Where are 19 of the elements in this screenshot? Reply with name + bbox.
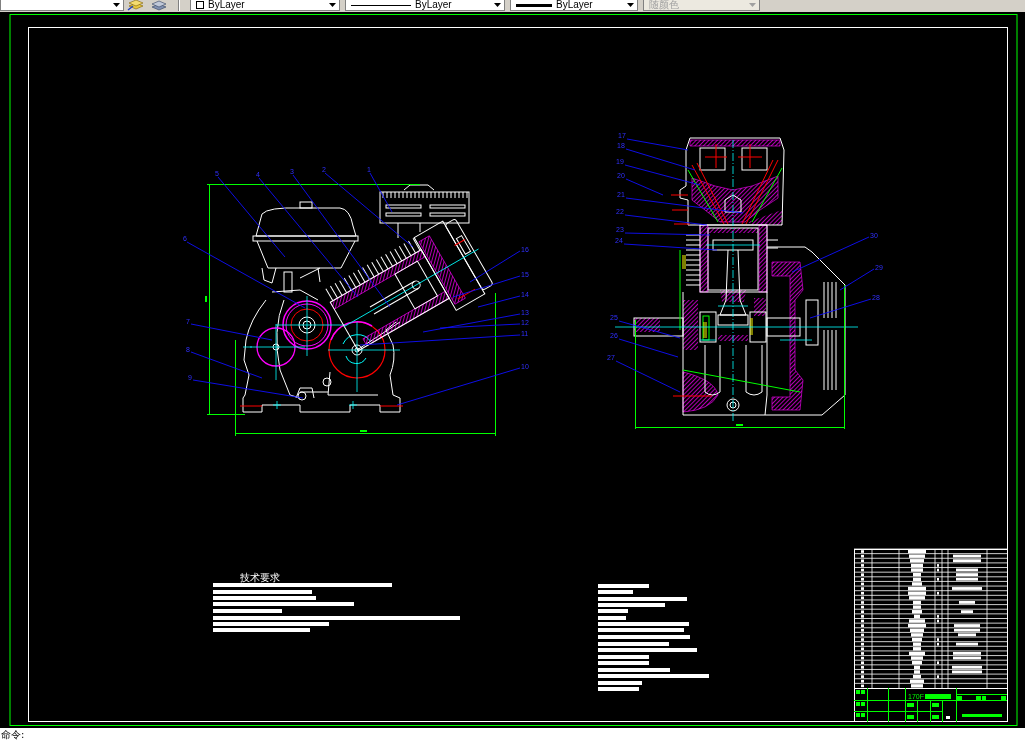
caret-icon (329, 3, 336, 7)
caret-icon (627, 3, 634, 7)
leader-line (618, 338, 679, 358)
lineweight-dropdown[interactable]: ByLayer (510, 0, 638, 11)
leader-line (809, 298, 872, 319)
leader-line (615, 360, 681, 393)
leader-line (618, 320, 681, 339)
caret-icon (749, 3, 756, 7)
thick-line-icon (516, 3, 552, 7)
layers-icon[interactable] (150, 0, 168, 11)
color-swatch-icon (196, 1, 204, 9)
linetype-dropdown[interactable]: ByLayer (345, 0, 505, 11)
line-sample-icon (351, 3, 411, 7)
layer-dropdown[interactable] (0, 0, 124, 11)
caret-icon (113, 3, 120, 7)
notes-title: 技术要求 (240, 572, 280, 583)
color-dropdown[interactable]: ByLayer (190, 0, 340, 11)
caret-icon (494, 3, 501, 7)
layers-arrow-icon[interactable] (127, 0, 145, 11)
